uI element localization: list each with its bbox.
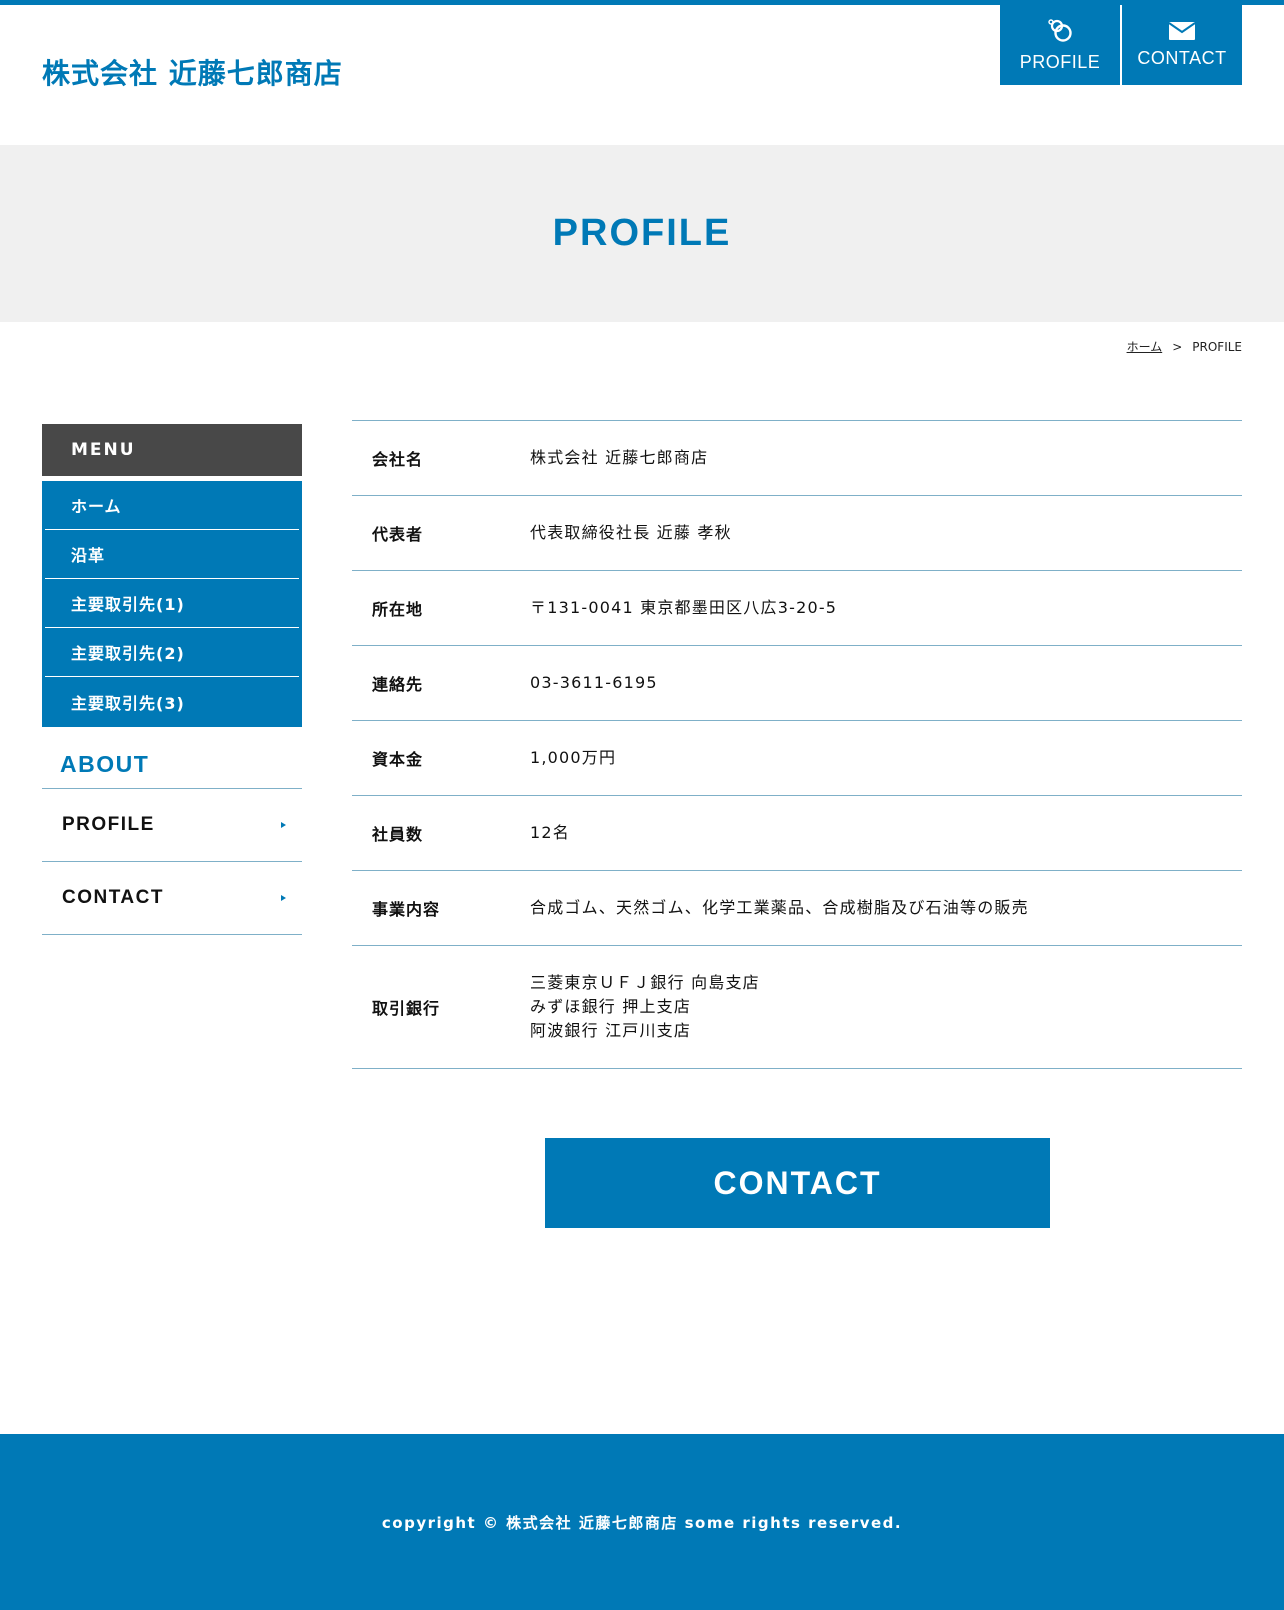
row-value: 代表取締役社長 近藤 孝秋 xyxy=(530,523,732,542)
about-item-contact[interactable]: CONTACT xyxy=(42,862,302,935)
contact-cta-button[interactable]: CONTACT xyxy=(545,1138,1050,1228)
bank-line: みずほ銀行 押上支店 xyxy=(530,997,692,1016)
row-label: 社員数 xyxy=(372,825,424,844)
row-value: 03-3611-6195 xyxy=(530,673,658,692)
table-row: 事業内容 合成ゴム、天然ゴム、化学工業薬品、合成樹脂及び石油等の販売 xyxy=(352,871,1242,946)
header-nav: PROFILE CONTACT xyxy=(1000,5,1242,85)
table-row: 資本金 1,000万円 xyxy=(352,721,1242,796)
row-value-banks: 三菱東京ＵＦＪ銀行 向島支店 みずほ銀行 押上支店 阿波銀行 江戸川支店 xyxy=(530,971,1242,1043)
header-contact-button[interactable]: CONTACT xyxy=(1122,5,1242,85)
header-profile-button[interactable]: PROFILE xyxy=(1000,5,1120,85)
footer: copyright © 株式会社 近藤七郎商店 some rights rese… xyxy=(0,1434,1284,1610)
sidebar: MENU ホーム 沿革 主要取引先(1) 主要取引先(2) 主要取引先(3) A… xyxy=(42,424,302,935)
row-label: 代表者 xyxy=(372,525,424,544)
menu-list: ホーム 沿革 主要取引先(1) 主要取引先(2) 主要取引先(3) xyxy=(42,481,302,727)
table-row: 会社名 株式会社 近藤七郎商店 xyxy=(352,421,1242,496)
breadcrumb: ホーム > PROFILE xyxy=(1127,338,1242,355)
menu-heading: MENU xyxy=(42,424,302,476)
row-value: 1,000万円 xyxy=(530,748,617,767)
row-label: 取引銀行 xyxy=(372,999,441,1018)
rings-icon xyxy=(1046,18,1074,52)
row-value: 株式会社 近藤七郎商店 xyxy=(530,448,709,467)
row-label: 連絡先 xyxy=(372,675,424,694)
table-row: 所在地 〒131-0041 東京都墨田区八広3-20-5 xyxy=(352,571,1242,646)
row-value: 合成ゴム、天然ゴム、化学工業薬品、合成樹脂及び石油等の販売 xyxy=(530,898,1029,917)
page-title: PROFILE xyxy=(552,212,732,254)
copyright-text: copyright © 株式会社 近藤七郎商店 some rights rese… xyxy=(381,1513,903,1532)
row-value: 12名 xyxy=(530,823,570,842)
mail-icon xyxy=(1169,21,1195,48)
about-item-profile[interactable]: PROFILE xyxy=(42,789,302,862)
about-item-label: PROFILE xyxy=(62,814,155,835)
arrow-right-icon xyxy=(281,895,286,901)
header-contact-label: CONTACT xyxy=(1137,47,1227,68)
bank-line: 阿波銀行 江戸川支店 xyxy=(530,1021,692,1040)
row-label: 所在地 xyxy=(372,600,424,619)
menu-item-clients-1[interactable]: 主要取引先(1) xyxy=(45,579,299,628)
table-row: 代表者 代表取締役社長 近藤 孝秋 xyxy=(352,496,1242,571)
about-item-label: CONTACT xyxy=(62,887,164,908)
row-value: 〒131-0041 東京都墨田区八広3-20-5 xyxy=(530,598,838,617)
menu-item-history[interactable]: 沿革 xyxy=(45,530,299,579)
row-label: 事業内容 xyxy=(372,900,441,919)
menu-item-clients-2[interactable]: 主要取引先(2) xyxy=(45,628,299,677)
arrow-right-icon xyxy=(281,822,286,828)
table-row: 社員数 12名 xyxy=(352,796,1242,871)
profile-table: 会社名 株式会社 近藤七郎商店 代表者 代表取締役社長 近藤 孝秋 所在地 〒1… xyxy=(352,420,1242,1069)
page-hero: PROFILE xyxy=(0,145,1284,322)
row-label: 会社名 xyxy=(372,450,424,469)
row-label: 資本金 xyxy=(372,750,424,769)
breadcrumb-separator: > xyxy=(1172,339,1183,354)
table-row: 連絡先 03-3611-6195 xyxy=(352,646,1242,721)
breadcrumb-home-link[interactable]: ホーム xyxy=(1127,338,1163,355)
breadcrumb-current: PROFILE xyxy=(1192,339,1242,354)
about-heading: ABOUT xyxy=(42,745,302,789)
menu-item-clients-3[interactable]: 主要取引先(3) xyxy=(45,677,299,726)
site-logo[interactable]: 株式会社 近藤七郎商店 xyxy=(42,56,343,92)
menu-item-home[interactable]: ホーム xyxy=(45,481,299,530)
bank-line: 三菱東京ＵＦＪ銀行 向島支店 xyxy=(530,973,760,992)
header-profile-label: PROFILE xyxy=(1019,51,1101,72)
table-row: 取引銀行 三菱東京ＵＦＪ銀行 向島支店 みずほ銀行 押上支店 阿波銀行 江戸川支… xyxy=(352,946,1242,1069)
